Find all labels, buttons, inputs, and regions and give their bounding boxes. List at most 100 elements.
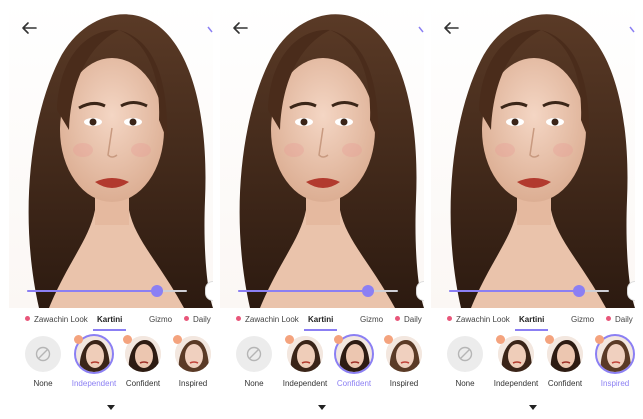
tab-kartini[interactable]: Kartini [92, 312, 127, 331]
look-confident[interactable]: Confident [119, 334, 167, 394]
caret-down-icon [529, 405, 537, 410]
look-inspired[interactable]: Inspired [591, 334, 635, 394]
look-inspired[interactable]: Inspired [169, 334, 213, 394]
new-badge [334, 335, 343, 344]
expand-button[interactable] [105, 400, 117, 410]
portrait-illustration [450, 14, 635, 308]
tab-gizmo[interactable]: Gizmo [571, 312, 594, 328]
look-thumb [25, 336, 61, 372]
prohibit-icon [35, 346, 51, 362]
caret-down-icon [107, 405, 115, 410]
caret-down-icon [318, 405, 326, 410]
look-confident[interactable]: Confident [330, 334, 378, 394]
look-confident[interactable]: Confident [541, 334, 589, 394]
back-button[interactable] [19, 18, 39, 38]
confirm-button[interactable] [207, 24, 213, 34]
slider-thumb[interactable] [361, 285, 374, 297]
look-none[interactable]: None [441, 334, 489, 394]
makeup-panel-1: Zawachin Look Kartini Gizmo Daily None I… [9, 0, 213, 419]
portrait-illustration [239, 14, 424, 308]
tab-daily[interactable]: Daily [184, 312, 211, 328]
slider-fill [27, 290, 157, 292]
check-icon [629, 26, 635, 33]
tab-label: Zawachin Look [245, 315, 299, 324]
intensity-slider[interactable] [449, 283, 609, 299]
new-dot [395, 316, 400, 321]
tab-label: Daily [615, 315, 633, 324]
new-badge [384, 335, 393, 344]
look-presets: None Independent Confident Inspired [9, 334, 213, 394]
tab-label: Kartini [308, 315, 334, 324]
expand-button[interactable] [527, 400, 539, 410]
tab-label: Gizmo [571, 315, 595, 324]
look-inspired[interactable]: Inspired [380, 334, 424, 394]
look-label: Inspired [600, 379, 630, 388]
check-icon [207, 26, 213, 33]
new-dot [447, 316, 452, 321]
intensity-slider[interactable] [238, 283, 398, 299]
tab-zawachin-look[interactable]: Zawachin Look [447, 312, 510, 328]
slider-fill [238, 290, 368, 292]
tab-label: Zawachin Look [34, 315, 88, 324]
tab-gizmo[interactable]: Gizmo [360, 312, 383, 328]
new-badge [595, 335, 604, 344]
tab-gizmo[interactable]: Gizmo [149, 312, 172, 328]
new-badge [173, 335, 182, 344]
slider-thumb[interactable] [572, 285, 585, 297]
arrow-left-icon [233, 22, 248, 34]
new-badge [545, 335, 554, 344]
slider-fill [449, 290, 579, 292]
makeup-panel-3: Zawachin Look Kartini Gizmo Daily None I… [431, 0, 635, 419]
portrait-illustration [28, 14, 213, 308]
look-thumb [447, 336, 483, 372]
tab-label: Zawachin Look [456, 315, 510, 324]
confirm-button[interactable] [629, 24, 635, 34]
portrait-photo [220, 0, 424, 308]
tab-kartini[interactable]: Kartini [303, 312, 338, 331]
tab-zawachin-look[interactable]: Zawachin Look [236, 312, 299, 328]
arrow-left-icon [22, 22, 37, 34]
tab-label: Kartini [519, 315, 545, 324]
compare-button[interactable] [416, 281, 424, 301]
tab-label: Daily [193, 315, 211, 324]
look-independent[interactable]: Independent [281, 334, 329, 394]
look-category-tabs: Zawachin Look Kartini Gizmo Daily [431, 312, 635, 331]
look-presets: None Independent Confident Inspired [431, 334, 635, 394]
portrait-photo [431, 0, 635, 308]
look-thumb [236, 336, 272, 372]
check-icon [418, 26, 424, 33]
new-dot [606, 316, 611, 321]
tab-daily[interactable]: Daily [395, 312, 422, 328]
back-button[interactable] [441, 18, 461, 38]
look-label: Inspired [389, 379, 419, 388]
look-none[interactable]: None [230, 334, 278, 394]
look-independent[interactable]: Independent [492, 334, 540, 394]
tab-label: Daily [404, 315, 422, 324]
tab-zawachin-look[interactable]: Zawachin Look [25, 312, 88, 328]
look-label: Inspired [178, 379, 208, 388]
look-category-tabs: Zawachin Look Kartini Gizmo Daily [220, 312, 424, 331]
new-badge [123, 335, 132, 344]
compare-button[interactable] [205, 281, 213, 301]
look-none[interactable]: None [19, 334, 67, 394]
compare-button[interactable] [627, 281, 635, 301]
tab-kartini[interactable]: Kartini [514, 312, 549, 331]
tab-label: Gizmo [149, 315, 173, 324]
confirm-button[interactable] [418, 24, 424, 34]
expand-button[interactable] [316, 400, 328, 410]
slider-thumb[interactable] [150, 285, 163, 297]
makeup-panel-2: Zawachin Look Kartini Gizmo Daily None I… [220, 0, 424, 419]
tab-label: Kartini [97, 315, 123, 324]
tab-daily[interactable]: Daily [606, 312, 633, 328]
look-presets: None Independent Confident Inspired [220, 334, 424, 394]
prohibit-icon [457, 346, 473, 362]
new-badge [285, 335, 294, 344]
look-independent[interactable]: Independent [70, 334, 118, 394]
portrait-photo [9, 0, 213, 308]
arrow-left-icon [444, 22, 459, 34]
look-category-tabs: Zawachin Look Kartini Gizmo Daily [9, 312, 213, 331]
back-button[interactable] [230, 18, 250, 38]
new-dot [184, 316, 189, 321]
new-badge [496, 335, 505, 344]
intensity-slider[interactable] [27, 283, 187, 299]
